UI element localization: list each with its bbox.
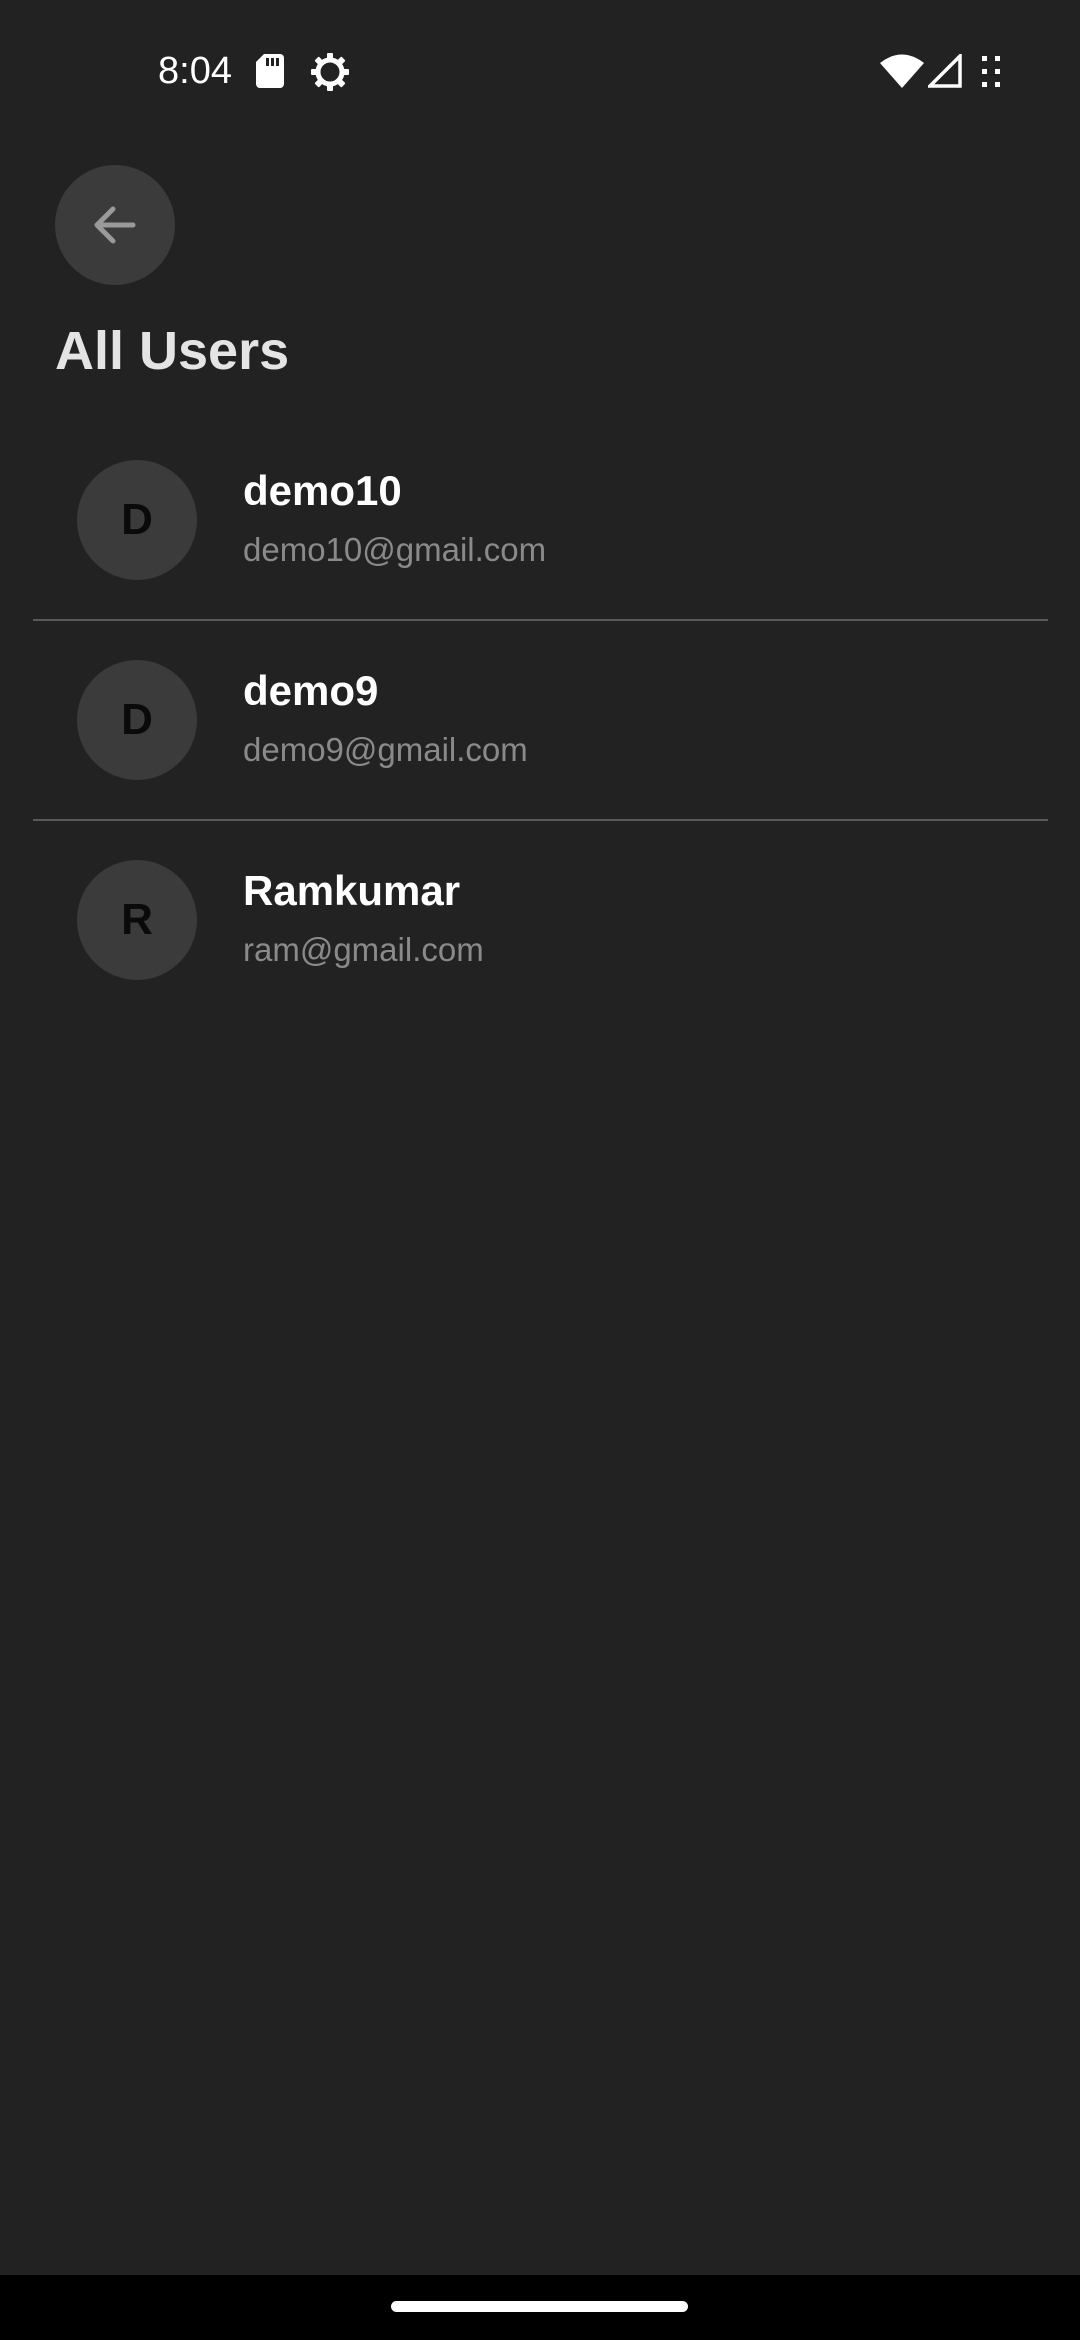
status-bar: 8:04: [0, 0, 1080, 130]
user-email: demo9@gmail.com: [243, 731, 528, 768]
settings-gear-icon: [311, 53, 349, 91]
user-list-item[interactable]: R Ramkumar ram@gmail.com: [0, 820, 1080, 1020]
user-name: Ramkumar: [243, 867, 461, 914]
user-email: ram@gmail.com: [243, 931, 484, 968]
page-title: All Users: [55, 321, 290, 381]
arrow-left-icon: [94, 206, 136, 244]
avatar: R: [77, 860, 197, 980]
home-indicator[interactable]: [391, 2301, 688, 2312]
app-screen: 8:04 All Users D demo10 demo10@gmail.com…: [0, 0, 1080, 2340]
avatar: D: [77, 460, 197, 580]
sd-card-icon: [256, 54, 284, 88]
user-list-item[interactable]: D demo10 demo10@gmail.com: [0, 420, 1080, 621]
user-name: demo10: [243, 467, 402, 514]
cell-signal-icon: [928, 54, 962, 88]
more-dots-icon: [982, 56, 1000, 87]
user-list-item[interactable]: D demo9 demo9@gmail.com: [0, 620, 1080, 821]
user-email: demo10@gmail.com: [243, 531, 547, 568]
wifi-icon: [880, 54, 924, 88]
user-list: D demo10 demo10@gmail.com D demo9 demo9@…: [0, 420, 1080, 1020]
avatar: D: [77, 660, 197, 780]
user-name: demo9: [243, 667, 379, 714]
status-time: 8:04: [158, 50, 232, 92]
back-button[interactable]: [55, 165, 175, 285]
